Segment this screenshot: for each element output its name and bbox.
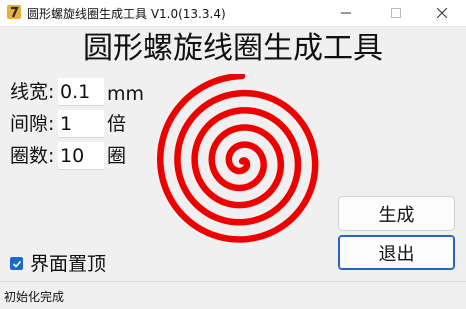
line-width-label: 线宽: xyxy=(10,81,55,103)
status-bar: 初始化完成 xyxy=(0,281,466,309)
generate-button[interactable]: 生成 xyxy=(338,196,455,231)
status-text: 初始化完成 xyxy=(4,290,65,304)
checkmark-icon xyxy=(12,260,21,268)
spiral-coil xyxy=(157,74,319,243)
gap-input[interactable] xyxy=(58,110,104,138)
window-title: 圆形螺旋线圈生成工具 V1.0(13.3.4) xyxy=(27,7,226,21)
quit-button[interactable]: 退出 xyxy=(338,235,455,270)
turns-label: 圈数: xyxy=(10,145,55,167)
topmost-label: 界面置顶 xyxy=(30,253,107,275)
maximize-button[interactable] xyxy=(374,0,418,26)
close-icon xyxy=(437,8,447,18)
close-button[interactable] xyxy=(420,0,464,26)
minimize-button[interactable] xyxy=(324,0,368,26)
title-bar: 圆形螺旋线圈生成工具 V1.0(13.3.4) xyxy=(0,0,466,27)
line-width-unit: mm xyxy=(107,83,145,105)
app-icon xyxy=(7,5,21,19)
turns-unit: 圈 xyxy=(107,145,127,167)
topmost-checkbox[interactable] xyxy=(10,257,23,270)
turns-input[interactable] xyxy=(58,142,104,170)
minimize-icon xyxy=(341,12,351,14)
spiral-preview xyxy=(157,74,319,243)
gap-label: 间隙: xyxy=(10,113,55,135)
page-title: 圆形螺旋线圈生成工具 xyxy=(83,31,383,66)
maximize-icon xyxy=(391,8,401,18)
gap-unit: 倍 xyxy=(107,113,127,135)
line-width-input[interactable] xyxy=(58,78,104,106)
